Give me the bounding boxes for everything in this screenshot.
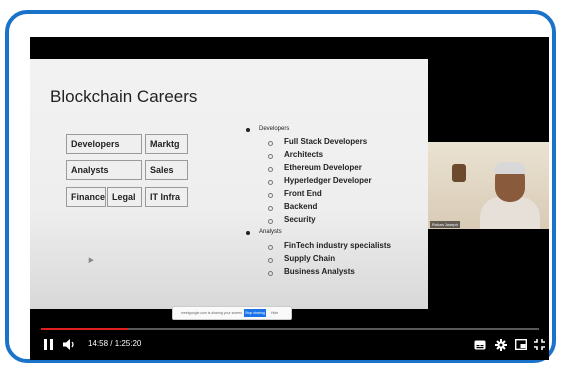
box-it-infra: IT Infra bbox=[145, 187, 188, 207]
bullet-item: Security bbox=[284, 215, 316, 224]
sub-bullet bbox=[268, 180, 273, 185]
wall-picture bbox=[452, 164, 466, 182]
sub-bullet bbox=[268, 193, 273, 198]
sub-bullet bbox=[268, 206, 273, 211]
box-legal: Legal bbox=[107, 187, 142, 207]
sub-bullet bbox=[268, 167, 273, 172]
volume-icon[interactable] bbox=[63, 339, 77, 350]
presenter-camera: Rohan Joseph bbox=[428, 142, 549, 229]
bullet-dot bbox=[246, 231, 250, 235]
player-controls: 14:58 / 1:25:20 bbox=[30, 333, 549, 360]
miniplayer-icon[interactable] bbox=[515, 339, 527, 350]
video-player[interactable]: Blockchain Careers Developers Marktg Ana… bbox=[30, 37, 549, 360]
gear-icon[interactable] bbox=[495, 339, 507, 351]
bullet-item: FinTech industry specialists bbox=[284, 241, 391, 250]
share-message: meetgoogle.com is sharing your screen. bbox=[181, 311, 244, 315]
box-developers: Developers bbox=[66, 134, 142, 154]
progress-played bbox=[41, 328, 129, 330]
bullet-item: Front End bbox=[284, 189, 322, 198]
bullet-item: Hyperledger Developer bbox=[284, 176, 372, 185]
bullet-group-analysts: Analysts bbox=[259, 229, 282, 235]
progress-bar[interactable] bbox=[41, 328, 539, 330]
sub-bullet bbox=[268, 219, 273, 224]
presenter-hair bbox=[494, 162, 526, 174]
hide-share-bar-button[interactable]: Hide bbox=[271, 311, 278, 315]
sub-bullet bbox=[268, 258, 273, 263]
sub-bullet bbox=[268, 154, 273, 159]
bullet-group-developers: Developers bbox=[259, 126, 290, 132]
bullet-item: Ethereum Developer bbox=[284, 163, 362, 172]
box-marktg: Marktg bbox=[145, 134, 188, 154]
bullet-item: Supply Chain bbox=[284, 254, 336, 263]
player-top-bar bbox=[30, 37, 549, 59]
presenter-name-tag: Rohan Joseph bbox=[430, 221, 460, 228]
box-finance: Finance bbox=[66, 187, 106, 207]
exit-fullscreen-icon[interactable] bbox=[534, 339, 545, 350]
slide-title: Blockchain Careers bbox=[50, 87, 198, 106]
bullet-item: Business Analysts bbox=[284, 267, 355, 276]
bullet-item: Backend bbox=[284, 202, 318, 211]
box-analysts: Analysts bbox=[66, 160, 142, 180]
sub-bullet bbox=[268, 141, 273, 146]
bullet-item: Full Stack Developers bbox=[284, 137, 368, 146]
sub-bullet bbox=[268, 245, 273, 250]
captions-icon[interactable] bbox=[474, 340, 486, 350]
box-sales: Sales bbox=[145, 160, 188, 180]
pause-icon[interactable] bbox=[44, 339, 53, 350]
screen-share-bar: meetgoogle.com is sharing your screen. S… bbox=[172, 306, 292, 320]
bullet-dot bbox=[246, 128, 250, 132]
bullet-item: Architects bbox=[284, 150, 324, 159]
stop-sharing-button[interactable]: Stop sharing bbox=[244, 309, 266, 317]
sub-bullet bbox=[268, 271, 273, 276]
time-display: 14:58 / 1:25:20 bbox=[88, 339, 142, 348]
mouse-cursor-icon bbox=[86, 255, 94, 264]
presentation-slide: Blockchain Careers Developers Marktg Ana… bbox=[30, 59, 428, 320]
